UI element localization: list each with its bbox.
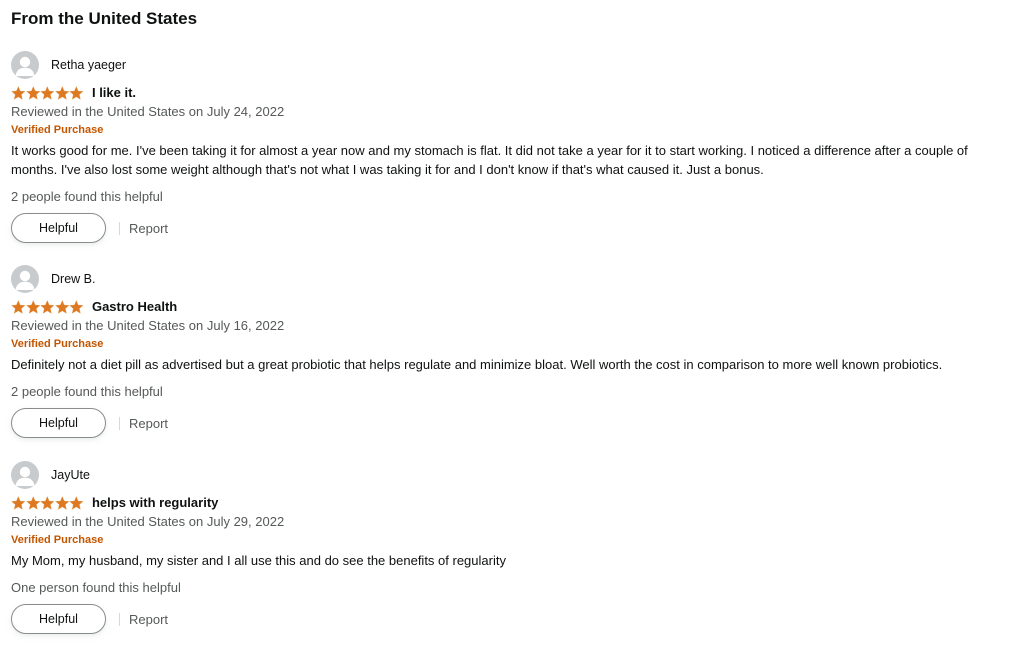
review-card: Retha yaeger I like it. Reviewed in the … [11,51,1016,246]
divider [119,416,120,430]
report-link[interactable]: Report [129,416,168,431]
reviewer-profile[interactable]: Drew B. [11,265,95,293]
report-link[interactable]: Report [129,221,168,236]
star-icon [40,300,55,314]
report-link[interactable]: Report [129,612,168,627]
verified-purchase-badge: Verified Purchase [11,124,104,136]
star-icon [11,300,26,314]
review-title[interactable]: I like it. [92,85,136,101]
star-rating[interactable] [11,85,84,101]
review-card: Drew B. Gastro Health Reviewed in the Un… [11,265,1016,441]
divider [119,612,120,626]
rating-line: helps with regularity [11,494,218,512]
helpful-count: One person found this helpful [11,580,181,595]
review-actions: Helpful Report [11,604,168,634]
review-title[interactable]: Gastro Health [92,299,177,315]
divider [119,221,120,235]
star-icon [25,86,41,100]
review-actions: Helpful Report [11,408,168,438]
star-rating[interactable] [11,299,84,315]
helpful-count: 2 people found this helpful [11,384,163,399]
helpful-button[interactable]: Helpful [11,213,106,243]
review-date: Reviewed in the United States on July 24… [11,104,285,119]
star-icon [54,300,70,314]
star-icon [11,496,26,510]
helpful-button[interactable]: Helpful [11,604,106,634]
rating-line: Gastro Health [11,298,177,316]
reviewer-profile[interactable]: Retha yaeger [11,51,126,79]
star-icon [25,496,41,510]
review-body: It works good for me. I've been taking i… [11,143,968,177]
avatar-icon [11,265,39,293]
avatar-icon [11,51,39,79]
star-icon [54,496,70,510]
helpful-button[interactable]: Helpful [11,408,106,438]
review-date: Reviewed in the United States on July 29… [11,514,285,529]
review-body: My Mom, my husband, my sister and I all … [11,553,506,568]
profile-name: JayUte [51,468,90,482]
star-icon [54,86,70,100]
star-icon [69,300,84,314]
review-date: Reviewed in the United States on July 16… [11,318,285,333]
star-icon [40,496,55,510]
review-body: Definitely not a diet pill as advertised… [11,357,943,372]
star-rating[interactable] [11,495,84,511]
rating-line: I like it. [11,84,136,102]
avatar-icon [11,461,39,489]
review-actions: Helpful Report [11,213,168,243]
star-icon [25,300,41,314]
verified-purchase-badge: Verified Purchase [11,338,104,350]
section-title: From the United States [11,9,198,28]
review-title[interactable]: helps with regularity [92,495,218,511]
star-icon [69,496,84,510]
profile-name: Drew B. [51,272,96,286]
reviewer-profile[interactable]: JayUte [11,461,90,489]
verified-purchase-badge: Verified Purchase [11,534,104,546]
star-icon [11,86,26,100]
review-card: JayUte helps with regularity Reviewed in… [11,461,1016,637]
star-icon [40,86,55,100]
star-icon [69,86,84,100]
profile-name: Retha yaeger [51,58,127,72]
helpful-count: 2 people found this helpful [11,189,163,204]
